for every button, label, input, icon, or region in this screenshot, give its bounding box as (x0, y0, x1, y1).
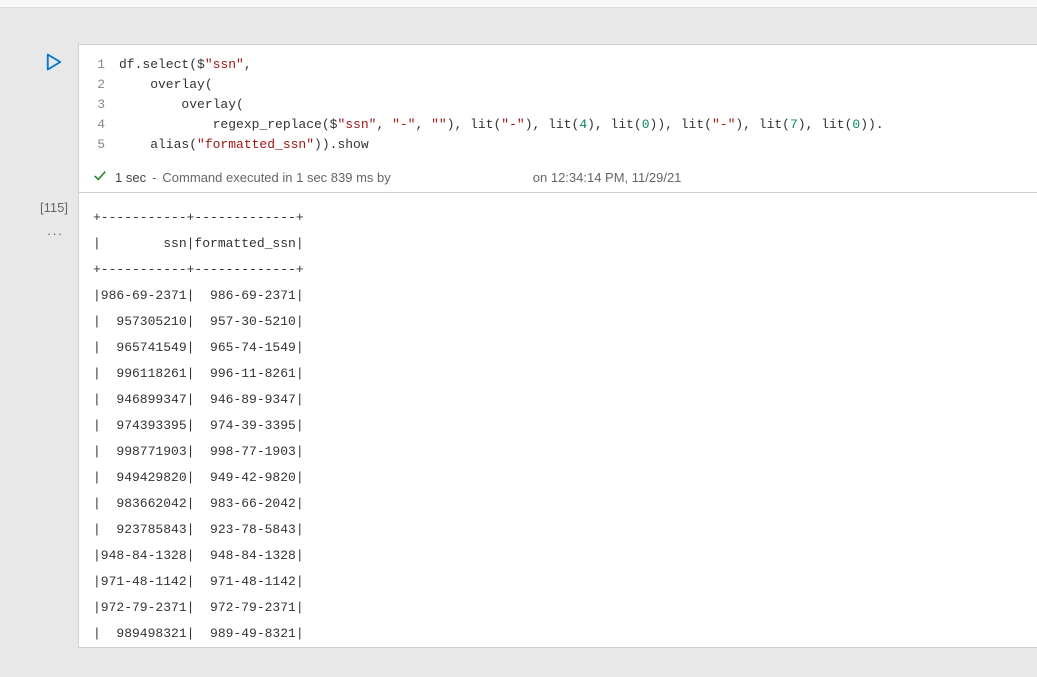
check-icon (93, 169, 107, 186)
code-text: regexp_replace($"ssn", "-", ""), lit("-"… (119, 115, 884, 135)
line-number: 4 (97, 115, 119, 135)
notebook-cell: [115] ... 1df.select($"ssn",2 overlay(3 … (18, 44, 1037, 648)
code-text: df.select($"ssn", (119, 55, 252, 75)
status-row: 1 sec - Command executed in 1 sec 839 ms… (79, 165, 1037, 193)
code-text: overlay( (119, 95, 244, 115)
cell-output: +-----------+-------------+ | ssn|format… (79, 193, 1037, 647)
code-line: 3 overlay( (97, 95, 1019, 115)
code-line: 5 alias("formatted_ssn")).show (97, 135, 1019, 155)
line-number: 5 (97, 135, 119, 155)
code-line: 2 overlay( (97, 75, 1019, 95)
status-sep: - (152, 170, 156, 185)
line-number: 2 (97, 75, 119, 95)
run-cell-button[interactable] (44, 52, 66, 74)
status-executed: Command executed in 1 sec 839 ms by (162, 170, 390, 185)
code-line: 1df.select($"ssn", (97, 55, 1019, 75)
code-editor[interactable]: 1df.select($"ssn",2 overlay(3 overlay(4 … (79, 45, 1037, 165)
status-timestamp: on 12:34:14 PM, 11/29/21 (533, 170, 682, 185)
code-text: alias("formatted_ssn")).show (119, 135, 369, 155)
code-text: overlay( (119, 75, 213, 95)
status-duration: 1 sec (115, 170, 146, 185)
cell-body: 1df.select($"ssn",2 overlay(3 overlay(4 … (78, 44, 1037, 648)
cell-more-menu[interactable]: ... (18, 223, 78, 238)
cell-execution-count: [115] (18, 200, 78, 215)
line-number: 3 (97, 95, 119, 115)
top-border (0, 0, 1037, 8)
code-line: 4 regexp_replace($"ssn", "-", ""), lit("… (97, 115, 1019, 135)
cell-gutter: [115] ... (18, 44, 78, 648)
line-number: 1 (97, 55, 119, 75)
